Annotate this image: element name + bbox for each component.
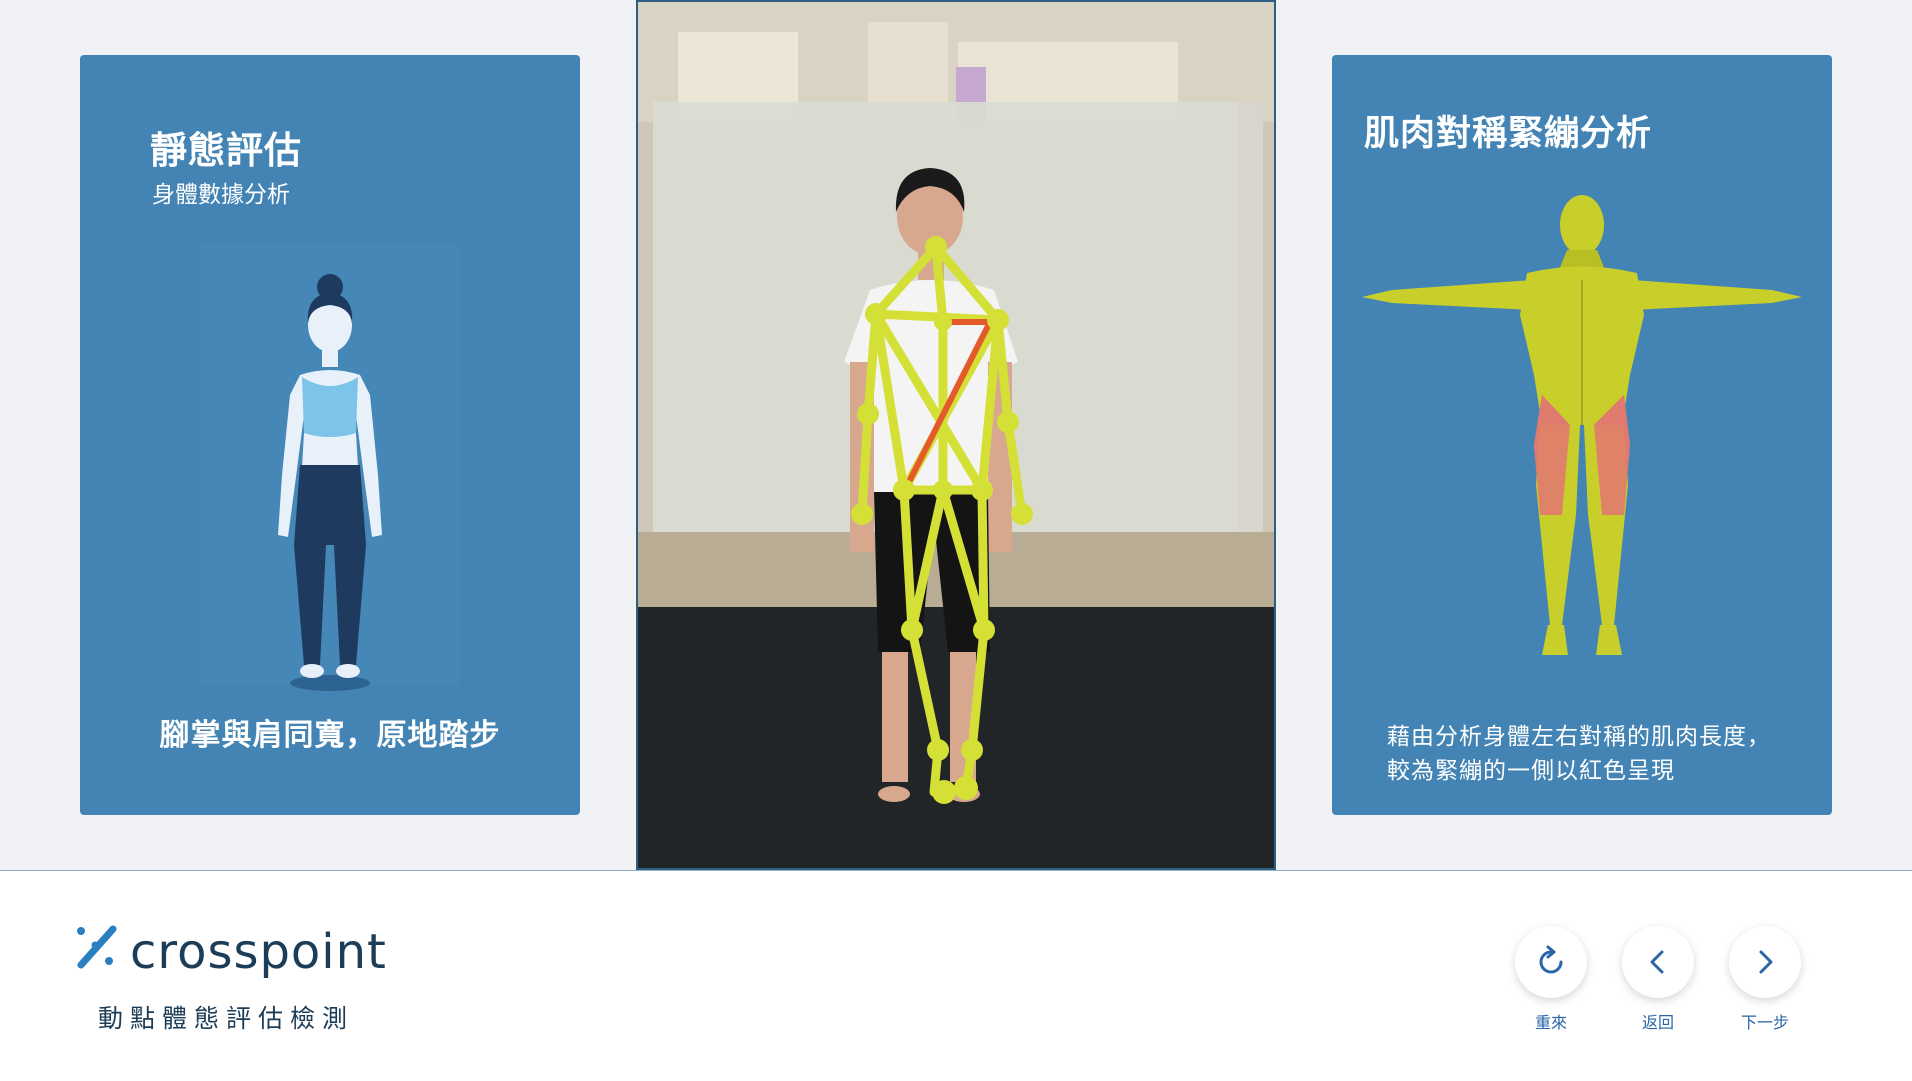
card-subtitle: 身體數據分析: [152, 182, 290, 208]
standing-woman-illustration: [200, 245, 460, 691]
muscle-anatomy-figure: [1362, 195, 1802, 655]
next-label: 下一步: [1740, 1013, 1789, 1032]
brand-tagline: 動點體態評估檢測: [98, 1004, 355, 1033]
back-label: 返回: [1641, 1013, 1674, 1032]
replay-label: 重來: [1534, 1013, 1567, 1032]
bottom-bar: crosspoint 動點體態評估檢測 重來 返回 下一步: [0, 870, 1912, 1081]
muscle-symmetry-card: 肌肉對稱緊繃分析 藉由分析身體左右對稱的肌肉長度，較為緊繃的一側以紅色呈現: [1332, 55, 1832, 815]
card-title: 肌肉對稱緊繃分析: [1364, 114, 1653, 154]
stance-instruction: 腳掌與肩同寬，原地踏步: [159, 718, 501, 753]
camera-scene: [638, 2, 1274, 868]
camera-feed: [636, 0, 1276, 870]
chevron-left-icon: [1650, 950, 1664, 974]
back-button[interactable]: [1622, 926, 1694, 998]
analysis-description: 藉由分析身體左右對稱的肌肉長度，較為緊繃的一側以紅色呈現: [1387, 724, 1771, 784]
crosspoint-logo-icon: [77, 925, 117, 969]
static-assessment-card: 靜態評估 身體數據分析 腳掌與肩同寬，原地踏步: [80, 55, 580, 815]
replay-icon: [1539, 945, 1563, 974]
next-button[interactable]: [1729, 926, 1801, 998]
chevron-right-icon: [1759, 950, 1773, 974]
brand-name: crosspoint: [130, 924, 387, 980]
card-title: 靜態評估: [150, 129, 302, 172]
assessment-area: 靜態評估 身體數據分析 腳掌與肩同寬，原地踏步 肌肉對稱緊繃分析 藉由分析身體左…: [0, 0, 1912, 870]
replay-button[interactable]: [1515, 926, 1587, 998]
